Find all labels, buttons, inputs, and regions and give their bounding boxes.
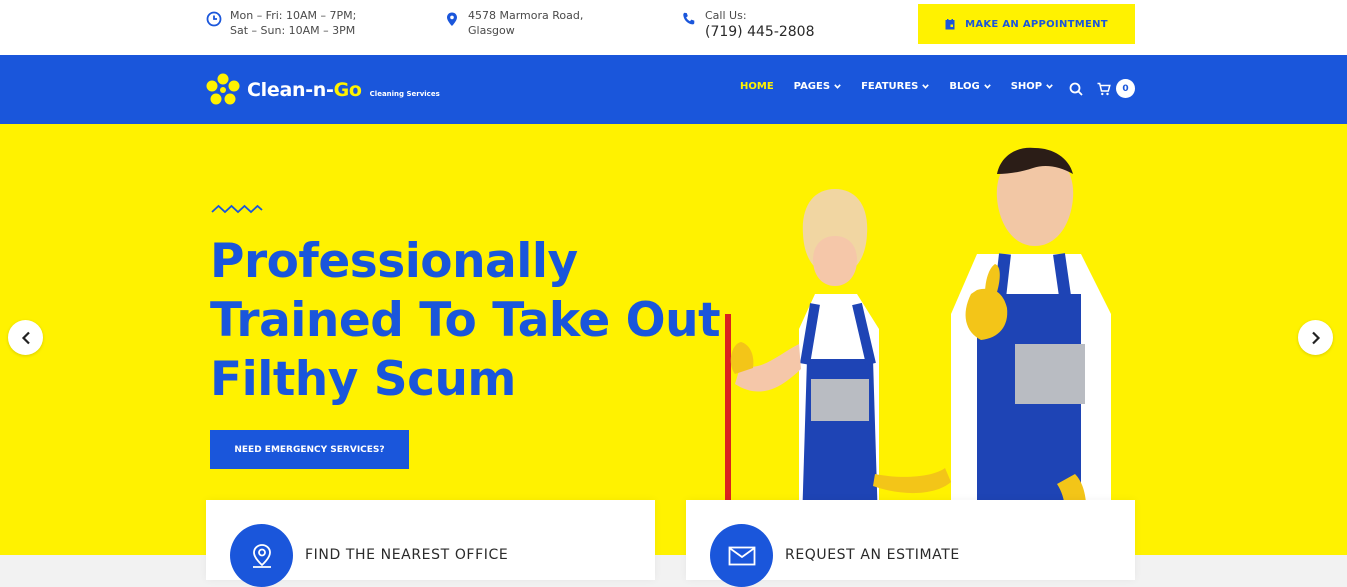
calendar-icon [945,18,955,29]
flower-logo-icon [206,73,240,105]
address: 4578 Marmora Road, Glasgow [444,8,583,38]
location-icon [252,543,271,568]
logo[interactable]: Clean-n-Go Cleaning Services [205,72,440,108]
search-icon[interactable] [1069,82,1083,96]
find-office-title: FIND THE NEAREST OFFICE [305,547,509,563]
phone-number[interactable]: (719) 445-2808 [705,23,815,41]
main-navbar: Clean-n-Go Cleaning Services HOME PAGES … [0,55,1347,124]
cleaners-illustration [725,147,1111,555]
headline-line-2: Trained To Take Out [210,293,721,348]
nav-blog[interactable]: BLOG [949,81,991,92]
phone-icon [683,12,695,25]
nav-shop[interactable]: SHOP [1011,81,1053,92]
request-estimate-title: REQUEST AN ESTIMATE [785,547,960,563]
hours-weekdays: Mon – Fri: 10AM – 7PM; [230,9,357,22]
logo-tagline: Cleaning Services [369,90,440,98]
call-label: Call Us: [705,9,747,22]
chevron-left-icon [21,331,30,344]
make-appointment-label: MAKE AN APPOINTMENT [965,18,1108,30]
address-city: Glasgow [468,24,515,37]
request-estimate-card[interactable]: REQUEST AN ESTIMATE [686,500,1135,587]
cart-count-badge: 0 [1116,79,1135,98]
find-office-card[interactable]: FIND THE NEAREST OFFICE [206,500,655,587]
card-icon-circle [230,524,293,587]
man-cleaner [951,147,1111,555]
headline-line-3: Filthy Scum [210,352,516,407]
nav-pages-label: PAGES [793,81,831,92]
logo-wordmark: Clean-n-Go [247,79,362,101]
nav-pages[interactable]: PAGES [794,81,841,92]
hero-slider: Professionally Trained To Take Out Filth… [0,124,1347,555]
chevron-down-icon [1046,84,1053,89]
map-pin-icon [447,12,457,26]
nav-features[interactable]: FEATURES [861,81,930,92]
emergency-services-button[interactable]: NEED EMERGENCY SERVICES? [210,430,409,469]
top-info-bar: Mon – Fri: 10AM – 7PM; Sat – Sun: 10AM –… [0,0,1347,55]
chevron-down-icon [834,84,841,89]
cart-icon[interactable] [1097,82,1111,96]
slider-prev-button[interactable] [8,320,43,355]
main-menu: HOME PAGES FEATURES BLOG SHOP [740,81,1073,92]
make-appointment-button[interactable]: MAKE AN APPOINTMENT [918,4,1135,44]
nav-blog-label: BLOG [949,81,980,92]
hours-weekend: Sat – Sun: 10AM – 3PM [230,24,356,37]
headline-line-1: Professionally [210,234,578,289]
nav-shop-label: SHOP [1010,81,1043,92]
chevron-down-icon [922,84,930,89]
zigzag-decoration-icon [211,204,263,214]
card-icon-circle [710,524,773,587]
call-us: Call Us: (719) 445-2808 [681,8,815,41]
nav-features-label: FEATURES [861,81,919,92]
envelope-icon [728,546,755,565]
slider-next-button[interactable] [1298,320,1333,355]
logo-accent: Go [333,79,362,101]
address-street: 4578 Marmora Road, [468,9,584,22]
nav-home[interactable]: HOME [740,81,774,92]
opening-hours: Mon – Fri: 10AM – 7PM; Sat – Sun: 10AM –… [206,8,356,38]
hero-headline: Professionally Trained To Take Out Filth… [210,232,770,409]
logo-main: Clean-n- [247,79,334,101]
chevron-right-icon [1311,331,1320,344]
nav-home-label: HOME [740,81,774,92]
chevron-down-icon [983,84,991,89]
clock-icon [206,11,222,27]
